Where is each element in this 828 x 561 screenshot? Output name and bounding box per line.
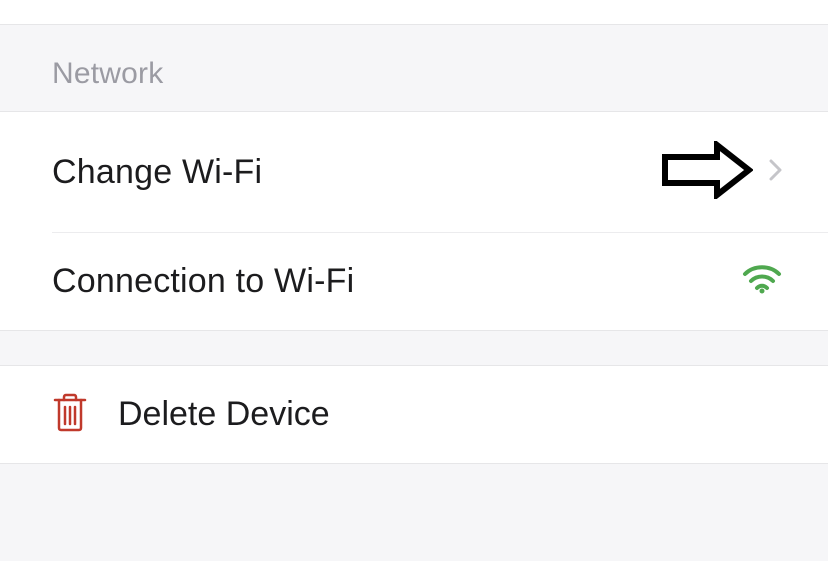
- connection-wifi-accessory: [742, 264, 782, 299]
- connection-wifi-row[interactable]: Connection to Wi-Fi: [0, 233, 828, 330]
- top-bar: [0, 0, 828, 25]
- connection-wifi-label: Connection to Wi-Fi: [52, 262, 742, 301]
- change-wifi-accessory: [661, 141, 782, 204]
- trash-icon: [52, 392, 88, 437]
- bottom-gap: [0, 464, 828, 524]
- network-section-header: Network: [0, 25, 828, 111]
- section-gap: [0, 331, 828, 365]
- change-wifi-row[interactable]: Change Wi-Fi: [0, 112, 828, 233]
- delete-device-label: Delete Device: [118, 395, 330, 434]
- delete-device-row[interactable]: Delete Device: [0, 365, 828, 464]
- section-title: Network: [52, 57, 163, 90]
- chevron-right-icon: [769, 159, 782, 186]
- wifi-icon: [742, 264, 782, 299]
- network-list: Change Wi-Fi Connection to Wi-Fi: [0, 111, 828, 331]
- change-wifi-label: Change Wi-Fi: [52, 153, 661, 192]
- arrow-right-icon: [661, 141, 753, 204]
